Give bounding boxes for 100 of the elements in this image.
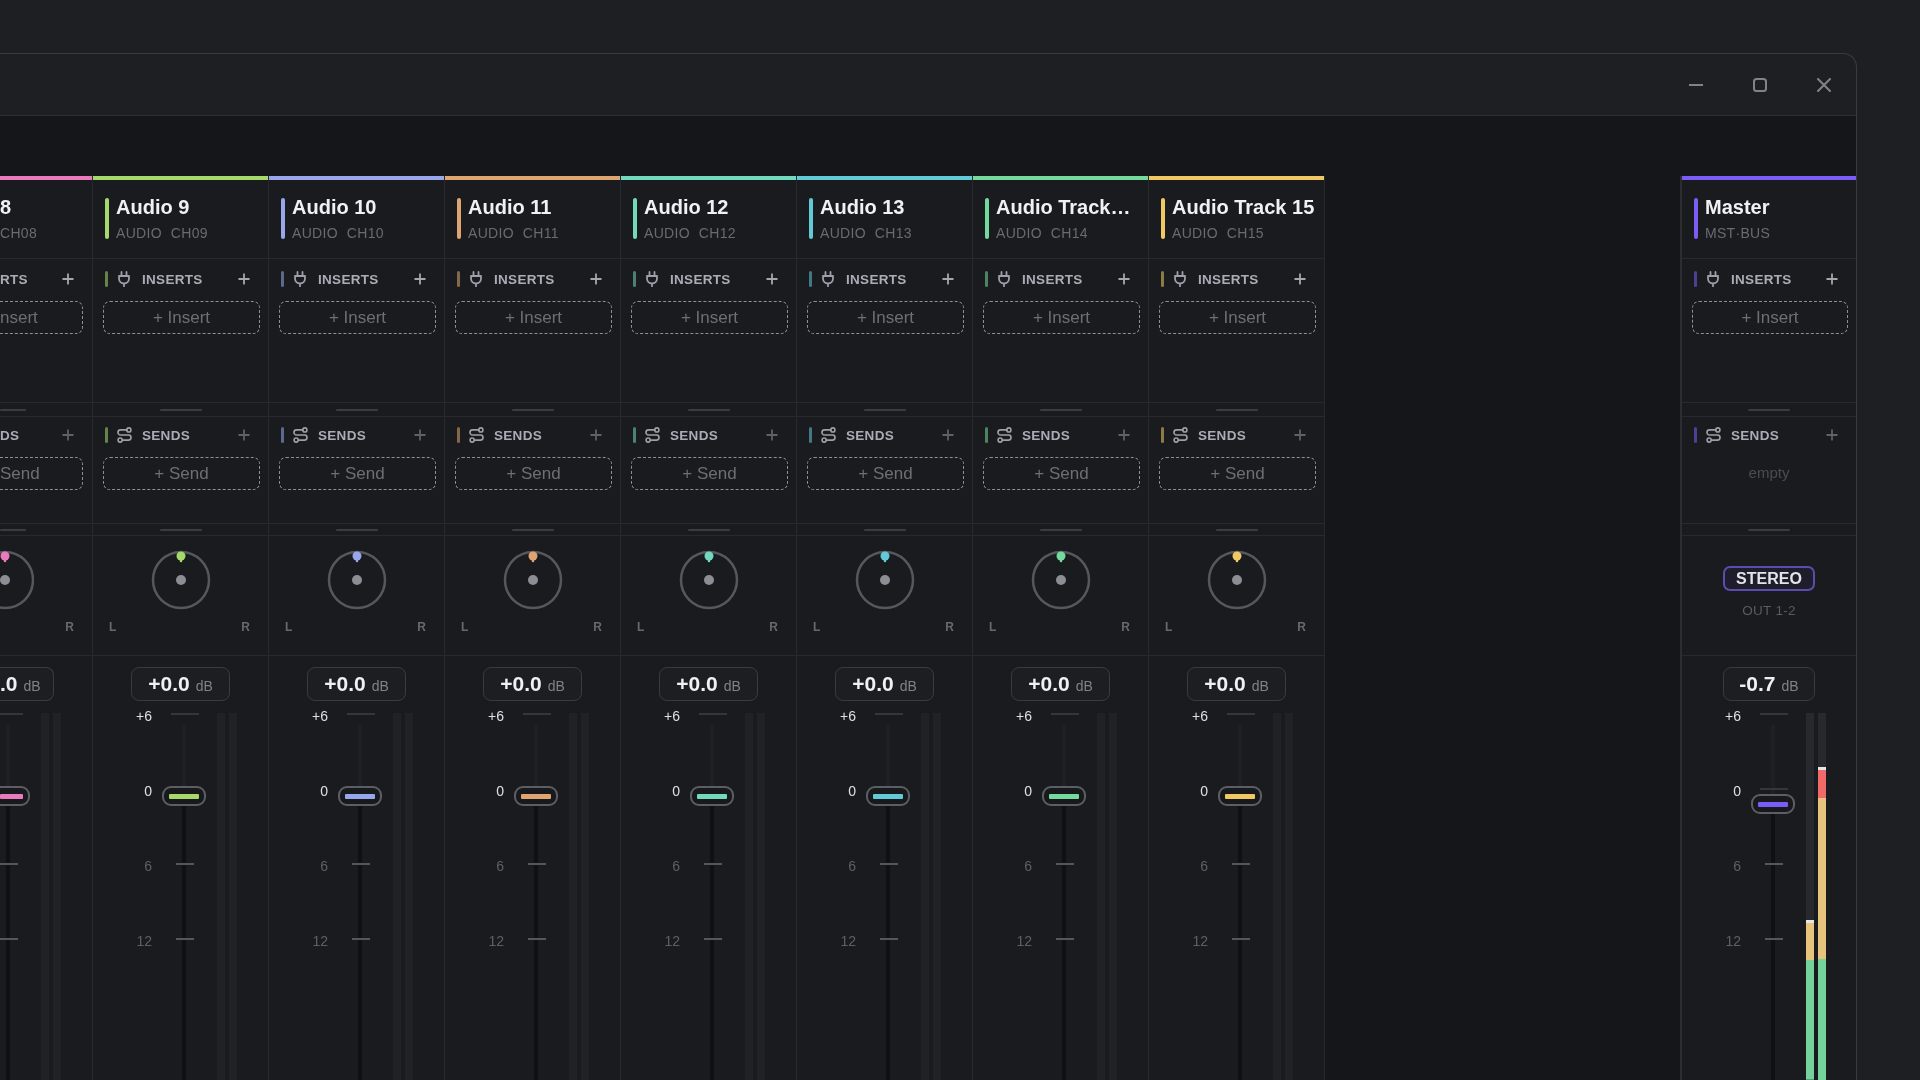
fader-thumb[interactable] (1751, 794, 1795, 815)
scale-label: 12 (1191, 933, 1208, 949)
color-tag-icon (281, 198, 285, 239)
minimize-icon[interactable] (1689, 83, 1703, 86)
add-insert-button[interactable]: + Insert (279, 301, 436, 334)
gain-display[interactable]: +0.0 dB (835, 667, 934, 701)
resize-handle[interactable] (1215, 408, 1258, 411)
gain-display[interactable]: +0.0 dB (1011, 667, 1110, 701)
gain-value: -0.7 (1739, 671, 1776, 697)
resize-handle[interactable] (863, 408, 906, 411)
resize-handle[interactable] (1748, 528, 1790, 531)
fader-thumb[interactable] (162, 786, 206, 806)
gain-display[interactable]: +0.0 dB (1187, 667, 1286, 701)
resize-handle[interactable] (1748, 408, 1790, 411)
pan-knob[interactable] (677, 549, 740, 611)
resize-handle[interactable] (1039, 528, 1082, 531)
channel-name: Audio Track 15 (1172, 196, 1315, 218)
section-label: SENDS (142, 427, 190, 443)
add-send-button[interactable]: + Send (103, 457, 260, 490)
gain-value: +0.0 (148, 671, 190, 697)
add-icon[interactable] (1118, 273, 1130, 285)
gain-display[interactable]: +0.0 dB (307, 667, 406, 701)
maximize-icon[interactable] (1753, 77, 1767, 92)
add-send-button[interactable]: + Send (631, 457, 788, 490)
resize-handle[interactable] (863, 528, 906, 531)
resize-handle[interactable] (335, 528, 378, 531)
pan-left-label: L (813, 619, 821, 635)
add-icon[interactable] (238, 273, 250, 285)
add-icon[interactable] (1294, 273, 1306, 285)
add-icon[interactable] (62, 273, 74, 285)
route-icon (469, 427, 484, 443)
section-label: INSERTS (142, 271, 203, 287)
add-send-button[interactable]: + Send (279, 457, 436, 490)
gain-display[interactable]: +0.0 dB (483, 667, 582, 701)
fader-thumb[interactable] (866, 786, 910, 806)
resize-handle[interactable] (1215, 528, 1258, 531)
resize-handle[interactable] (511, 528, 554, 531)
add-insert-button[interactable]: + Insert (807, 301, 964, 334)
resize-handle[interactable] (159, 528, 202, 531)
fader-thumb[interactable] (0, 786, 30, 806)
resize-handle[interactable] (0, 408, 26, 411)
output-mode-button[interactable]: STEREO (1723, 566, 1815, 591)
route-icon (293, 427, 308, 443)
add-insert-button[interactable]: + Insert (455, 301, 612, 334)
fader-thumb[interactable] (514, 786, 558, 806)
add-send-button[interactable]: Send (0, 457, 83, 490)
pan-knob[interactable] (0, 549, 34, 611)
scale-label: +6 (311, 708, 328, 724)
color-tag-icon (633, 198, 637, 239)
fader-thumb[interactable] (690, 786, 734, 806)
add-send-button[interactable]: + Send (807, 457, 964, 490)
add-icon[interactable] (1826, 273, 1838, 285)
resize-handle[interactable] (335, 408, 378, 411)
resize-handle[interactable] (687, 528, 730, 531)
gain-display[interactable]: -0.7 dB (1723, 667, 1815, 701)
fader-thumb[interactable] (1218, 786, 1262, 806)
resize-handle[interactable] (0, 528, 26, 531)
channel-code: CH08 (0, 225, 37, 241)
add-insert-button[interactable]: nsert (0, 301, 83, 334)
add-send-button[interactable]: + Send (983, 457, 1140, 490)
pan-knob[interactable] (149, 549, 212, 611)
resize-handle[interactable] (159, 408, 202, 411)
add-insert-button[interactable]: + Insert (1692, 301, 1848, 334)
pan-knob[interactable] (1205, 549, 1268, 611)
resize-handle[interactable] (1039, 408, 1082, 411)
channel-name: Audio 13 (820, 196, 906, 218)
pan-knob[interactable] (325, 549, 388, 611)
fader-thumb[interactable] (1042, 786, 1086, 806)
add-icon[interactable] (590, 273, 602, 285)
add-icon[interactable] (414, 273, 426, 285)
scale-label: 6 (671, 858, 680, 874)
pan-right-label: R (593, 619, 602, 635)
gain-display[interactable]: +0.0 dB (659, 667, 758, 701)
scale-label: 0 (1199, 783, 1208, 799)
scale-tick (0, 938, 18, 940)
resize-handle[interactable] (511, 408, 554, 411)
gain-display[interactable]: .0 dB (0, 667, 54, 701)
add-send-button[interactable]: + Send (455, 457, 612, 490)
pan-right-label: R (241, 619, 250, 635)
pan-knob[interactable] (853, 549, 916, 611)
add-icon[interactable] (942, 273, 954, 285)
gain-unit: dB (23, 677, 41, 696)
add-insert-button[interactable]: + Insert (631, 301, 788, 334)
scale-tick (528, 863, 546, 865)
pan-left-label: L (285, 619, 293, 635)
pan-knob[interactable] (501, 549, 564, 611)
fader-thumb[interactable] (338, 786, 382, 806)
close-icon[interactable] (1817, 77, 1831, 92)
add-insert-button[interactable]: + Insert (1159, 301, 1316, 334)
section-tag-icon (633, 427, 636, 443)
scale-tick (528, 938, 546, 940)
resize-handle[interactable] (687, 408, 730, 411)
gain-display[interactable]: +0.0 dB (131, 667, 230, 701)
add-icon[interactable] (766, 273, 778, 285)
section-label: INSERTS (494, 271, 555, 287)
pan-knob[interactable] (1029, 549, 1092, 611)
scale-label: 0 (1023, 783, 1032, 799)
add-send-button[interactable]: + Send (1159, 457, 1316, 490)
add-insert-button[interactable]: + Insert (103, 301, 260, 334)
add-insert-button[interactable]: + Insert (983, 301, 1140, 334)
